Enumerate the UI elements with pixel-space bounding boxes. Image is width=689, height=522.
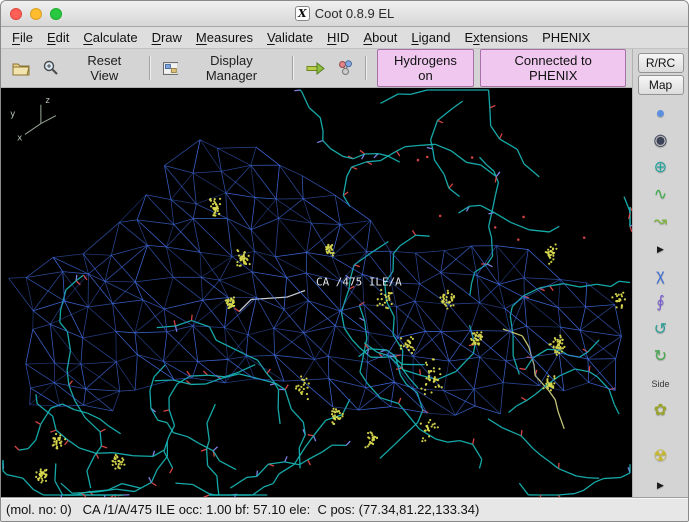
menu-draw[interactable]: Draw xyxy=(145,28,189,47)
axis-y-label: y xyxy=(10,110,16,120)
content-row: Reset View Display Manager Hydrogens on … xyxy=(1,49,688,497)
gl-canvas[interactable]: x y z CA /475 ILE/A xyxy=(1,88,632,497)
mutate-autofit-icon[interactable]: ☢ xyxy=(647,445,675,469)
reset-view-label: Reset View xyxy=(87,53,122,83)
edit-chi-angles-icon[interactable]: χ xyxy=(647,264,675,288)
open-coordinates-button[interactable] xyxy=(7,58,35,79)
menu-edit[interactable]: Edit xyxy=(40,28,76,47)
scene-geometry xyxy=(2,89,632,497)
menu-measures[interactable]: Measures xyxy=(189,28,260,47)
menu-hid[interactable]: HID xyxy=(320,28,356,47)
menu-file[interactable]: File xyxy=(5,28,40,47)
menu-ligand[interactable]: Ligand xyxy=(404,28,457,47)
window-controls xyxy=(10,7,62,20)
more-tools-icon[interactable]: ▶ xyxy=(647,473,675,497)
zoom-button[interactable] xyxy=(38,57,64,79)
regularize-icon[interactable]: ◉ xyxy=(647,129,675,153)
display-manager-label: Display Manager xyxy=(205,53,258,83)
close-button[interactable] xyxy=(10,7,22,20)
rotamers-icon[interactable]: ▶ xyxy=(647,237,675,261)
status-text: (mol. no: 0) CA /1/A/475 ILE occ: 1.00 b… xyxy=(6,502,480,517)
title-bar: X Coot 0.8.9 EL xyxy=(1,1,688,27)
magnifier-icon xyxy=(43,60,58,75)
menu-phenix[interactable]: PHENIX xyxy=(535,28,597,47)
menu-extensions[interactable]: Extensions xyxy=(457,28,535,47)
rrc-button[interactable]: R/RC xyxy=(637,53,684,73)
axis-x-label: x xyxy=(17,133,23,143)
right-panel: R/RC Map ● ◉ ⊕ ∿ ↝ ▶ χ ∮ ↺ ↻ Side ✿ ☢ ▶ xyxy=(632,49,688,497)
phenix-connection-button[interactable]: Connected to PHENIX xyxy=(480,49,626,87)
reset-view-button[interactable]: Reset View xyxy=(67,50,142,86)
molecular-scene: x y z CA /475 ILE/A xyxy=(2,89,632,497)
torsion-general-icon[interactable]: ∮ xyxy=(647,291,675,315)
x11-icon: X xyxy=(294,6,310,21)
window-title: Coot 0.8.9 EL xyxy=(314,6,395,21)
auto-fit-rotamer-icon[interactable]: ↝ xyxy=(647,210,675,234)
status-bar: (mol. no: 0) CA /1/A/475 ILE occ: 1.00 b… xyxy=(1,497,688,521)
side-chain-180-icon[interactable]: ↻ xyxy=(647,345,675,369)
residue-label: CA /475 ILE/A xyxy=(316,276,402,289)
toolbar-separator xyxy=(291,56,294,80)
ligand-icon xyxy=(338,60,352,75)
map-button[interactable]: Map xyxy=(637,75,684,95)
zoom-window-button[interactable] xyxy=(50,7,62,20)
title-area: X Coot 0.8.9 EL xyxy=(1,6,688,21)
menu-validate[interactable]: Validate xyxy=(260,28,320,47)
go-to-atom-arrow-icon xyxy=(306,61,325,75)
coot-window: X Coot 0.8.9 EL File Edit Calculate Draw Mea… xyxy=(0,0,689,522)
rotate-translate-icon[interactable]: ∿ xyxy=(647,183,675,207)
toolbar-separator xyxy=(364,56,367,80)
go-to-atom-button[interactable] xyxy=(301,59,330,78)
main-toolbar: Reset View Display Manager Hydrogens on … xyxy=(1,49,632,88)
display-manager-icon xyxy=(162,61,179,75)
menu-about[interactable]: About xyxy=(356,28,404,47)
jed-flip-icon[interactable]: ✿ xyxy=(647,399,675,423)
menu-bar: File Edit Calculate Draw Measures Validate HID… xyxy=(1,27,688,49)
display-manager-button[interactable]: Display Manager xyxy=(158,50,285,86)
side-chain-label-icon[interactable]: Side xyxy=(647,372,675,396)
real-space-refine-icon[interactable]: ● xyxy=(647,102,675,126)
main-column: Reset View Display Manager Hydrogens on … xyxy=(1,49,632,497)
axis-z-label: z xyxy=(45,96,50,106)
go-to-ligand-button[interactable] xyxy=(333,57,358,79)
toolbar-separator xyxy=(148,56,151,80)
flip-peptide-icon[interactable]: ↺ xyxy=(647,318,675,342)
tool-strip: ● ◉ ⊕ ∿ ↝ ▶ χ ∮ ↺ ↻ Side ✿ ☢ ▶ xyxy=(633,96,688,497)
minimize-button[interactable] xyxy=(30,7,42,20)
rigid-body-fit-icon[interactable]: ⊕ xyxy=(647,156,675,180)
folder-open-icon xyxy=(12,63,30,75)
hydrogens-toggle-button[interactable]: Hydrogens on xyxy=(376,49,475,87)
menu-calculate[interactable]: Calculate xyxy=(76,28,144,47)
axes-gizmo: x y z xyxy=(10,96,57,143)
